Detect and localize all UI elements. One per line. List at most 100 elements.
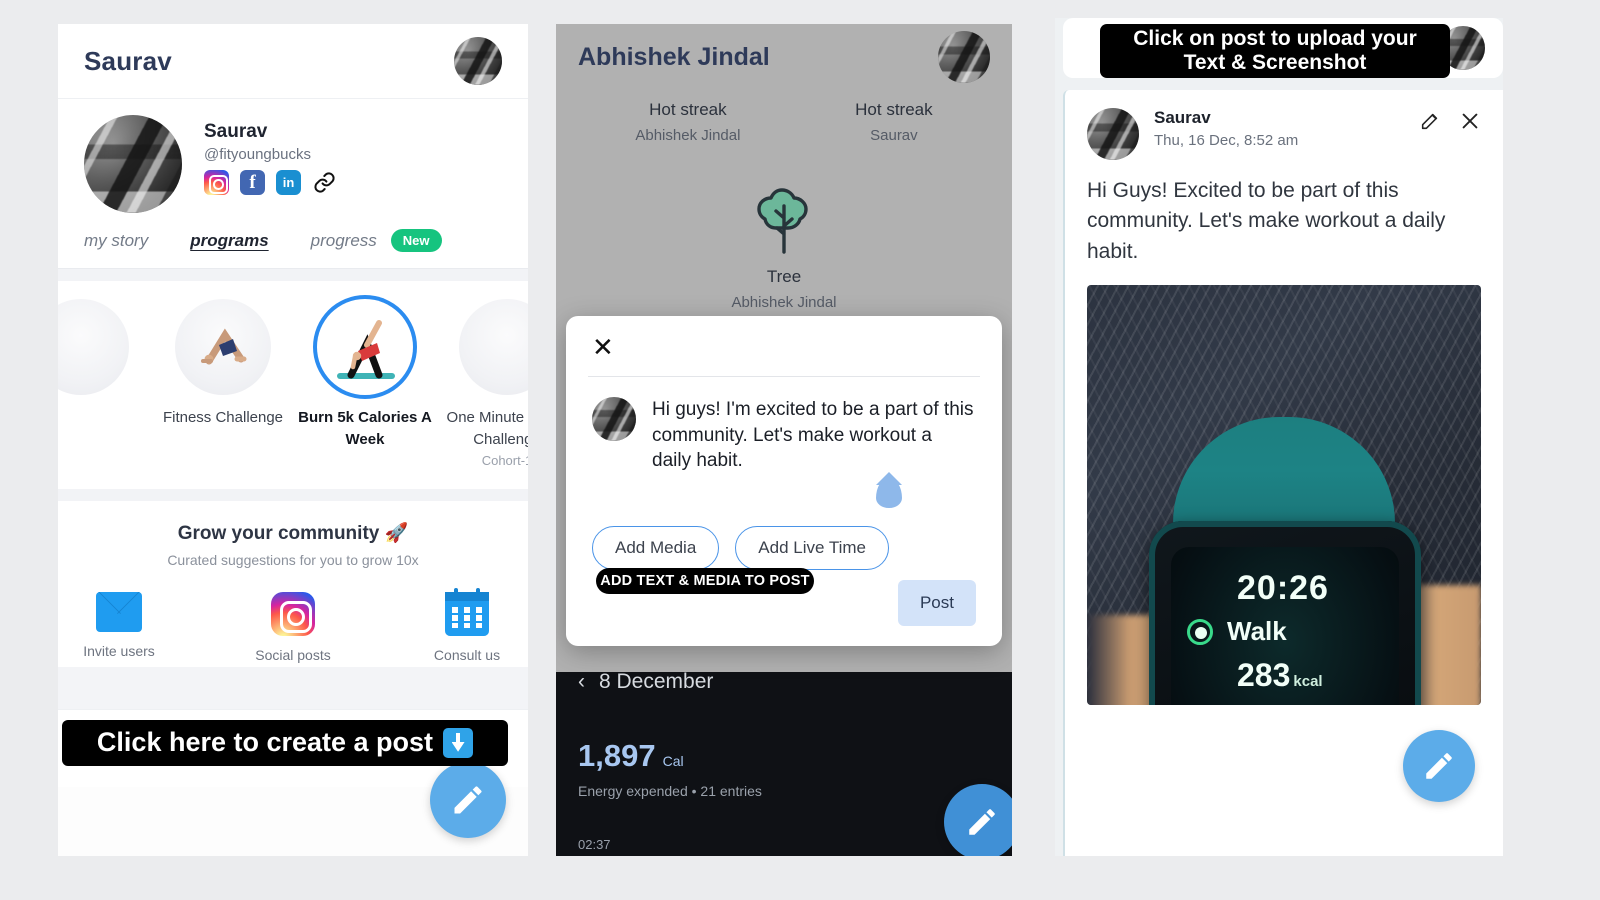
- grow-subtitle: Curated suggestions for you to grow 10x: [167, 552, 419, 568]
- program-card-0[interactable]: [58, 299, 152, 407]
- create-post-modal: ✕ Hi guys! I'm excited to be a part of t…: [566, 316, 1002, 646]
- modal-composer: Hi guys! I'm excited to be a part of thi…: [592, 397, 976, 474]
- post-photo[interactable]: 20:26 Walk 283 kcal: [1087, 285, 1481, 706]
- screenshot-stage: Saurav Saurav @fityoungbucks f in my sto…: [0, 0, 1600, 900]
- triangle-pose-icon: [337, 320, 395, 379]
- bottom-spacer: [58, 667, 528, 709]
- post-author-avatar: [1087, 108, 1139, 160]
- health-date: 8 December: [599, 670, 714, 693]
- mid-page-title: Abhishek Jindal: [578, 42, 770, 71]
- program-card-fitness-challenge[interactable]: Fitness Challenge: [152, 299, 294, 429]
- social-links: [204, 170, 337, 195]
- grow-action-invite-users[interactable]: Invite users: [71, 592, 167, 663]
- mid-appbar-avatar[interactable]: [938, 31, 990, 83]
- grow-action-label: Social posts: [255, 647, 331, 663]
- add-live-time-button[interactable]: Add Live Time: [735, 525, 890, 570]
- profile-name: Saurav: [204, 121, 268, 142]
- photo-wrist-left: [1087, 615, 1157, 706]
- linkedin-icon[interactable]: [276, 170, 301, 195]
- status-badge: New: [390, 229, 442, 252]
- badge-hot-streak-2[interactable]: Hot streak Saurav: [855, 100, 932, 144]
- pencil-icon: [969, 809, 995, 835]
- composer-avatar: [592, 397, 636, 441]
- downward-dog-pose-icon: [201, 328, 247, 365]
- right-phone-panel: Saurav Thu, 16 Dec, 8:52 am Hi Guys! Exc…: [1055, 18, 1503, 856]
- cue-click-on-post: Click on post to upload your Text & Scre…: [1100, 24, 1450, 78]
- pencil-icon: [454, 786, 482, 814]
- facebook-icon[interactable]: [240, 170, 265, 195]
- badge-title: Tree: [766, 267, 802, 286]
- close-icon[interactable]: [1459, 110, 1481, 132]
- program-cohort: Cohort-1: [481, 452, 528, 468]
- badge-row: Hot streak Abhishek Jindal Hot streak Sa…: [556, 100, 1012, 144]
- tab-progress[interactable]: progress: [311, 231, 377, 251]
- badge-subtitle: Saurav: [870, 127, 918, 144]
- grow-action-label: Invite users: [83, 643, 155, 659]
- watch-kcal-row: 283 kcal: [1237, 657, 1399, 694]
- program-card-burn-5k-calories[interactable]: Burn 5k Calories A Week: [294, 299, 436, 451]
- post-author-name: Saurav: [1154, 108, 1211, 127]
- profile-handle: @fityoungbucks: [204, 146, 311, 163]
- badge-title: Hot streak: [649, 100, 727, 119]
- watch-band: [1173, 417, 1395, 538]
- calendar-icon: [445, 588, 489, 636]
- grow-action-social-posts[interactable]: Social posts: [245, 592, 341, 663]
- down-arrow-icon: [443, 728, 474, 758]
- cue-add-text-media: ADD TEXT & MEDIA TO POST: [596, 568, 814, 594]
- program-card-one-minute-squat[interactable]: One Minute Squat Challenge Cohort-1: [436, 299, 528, 468]
- composer-text[interactable]: Hi guys! I'm excited to be a part of thi…: [652, 397, 976, 474]
- badge-tree[interactable]: Tree Abhishek Jindal: [556, 184, 1012, 311]
- tab-programs[interactable]: programs: [190, 231, 268, 251]
- post-body: Hi Guys! Excited to be part of this comm…: [1087, 179, 1446, 263]
- back-icon[interactable]: ‹: [578, 670, 585, 694]
- cue-create-post: Click here to create a post: [62, 720, 508, 766]
- badges-section: Hot streak Abhishek Jindal Hot streak Sa…: [556, 90, 1012, 311]
- modal-actions: Add Media Add Live Time: [592, 525, 976, 570]
- watch-time: 20:26: [1237, 569, 1329, 608]
- mid-create-post-fab[interactable]: [944, 784, 1012, 856]
- grow-actions: Invite users Social posts Consult us: [58, 588, 528, 663]
- instagram-icon: [271, 592, 315, 636]
- appbar-avatar[interactable]: [454, 37, 502, 85]
- watch-activity: Walk: [1227, 616, 1287, 647]
- health-date-header: ‹ 8 December: [556, 654, 1012, 710]
- program-thumb: [459, 299, 528, 395]
- carousel-track: Fitness Challenge Burn 5k Calories A Wee…: [58, 299, 528, 468]
- program-thumb: [317, 299, 413, 395]
- right-create-post-fab[interactable]: [1403, 730, 1475, 802]
- post-timestamp: Thu, 16 Dec, 8:52 am: [1154, 132, 1299, 149]
- page-title: Saurav: [84, 45, 172, 76]
- close-icon[interactable]: ✕: [592, 334, 622, 360]
- divider: [588, 376, 980, 377]
- left-appbar: Saurav: [58, 24, 528, 98]
- tab-my-story[interactable]: my story: [84, 231, 148, 251]
- energy-value: 1,897: [578, 738, 656, 773]
- create-post-fab[interactable]: [430, 762, 506, 838]
- program-label: Fitness Challenge: [162, 409, 284, 426]
- grow-title: Grow your community 🚀: [177, 523, 409, 544]
- grow-action-consult-us[interactable]: Consult us: [419, 588, 515, 663]
- post-button[interactable]: Post: [897, 580, 976, 626]
- program-thumb: [175, 299, 271, 395]
- profile-avatar[interactable]: [84, 115, 182, 213]
- watch-kcal-unit: kcal: [1293, 673, 1323, 691]
- mid-phone-panel: Abhishek Jindal Hot streak Abhishek Jind…: [556, 24, 1012, 856]
- energy-caption: Energy expended • 21 entries: [578, 783, 762, 799]
- badge-hot-streak-1[interactable]: Hot streak Abhishek Jindal: [635, 100, 740, 144]
- link-icon[interactable]: [312, 170, 337, 195]
- programs-carousel[interactable]: Fitness Challenge Burn 5k Calories A Wee…: [58, 281, 528, 489]
- pencil-icon[interactable]: [1419, 110, 1441, 132]
- profile-tabs: my story programs progress New: [58, 213, 528, 269]
- profile-section: Saurav @fityoungbucks: [58, 98, 528, 213]
- program-thumb: [58, 299, 129, 395]
- energy-total: 1,897 Cal: [578, 738, 990, 774]
- add-media-button[interactable]: Add Media: [592, 525, 720, 570]
- grow-action-label: Consult us: [433, 647, 501, 663]
- instagram-icon[interactable]: [204, 170, 229, 195]
- water-drop-icon: [876, 478, 902, 508]
- grow-community-section: Grow your community 🚀 Curated suggestion…: [58, 489, 528, 667]
- pencil-icon: [1426, 753, 1452, 779]
- post-header: Saurav Thu, 16 Dec, 8:52 am: [1087, 108, 1481, 160]
- cue-text: Click here to create a post: [96, 727, 434, 758]
- program-label: One Minute Squat Challenge: [446, 409, 528, 448]
